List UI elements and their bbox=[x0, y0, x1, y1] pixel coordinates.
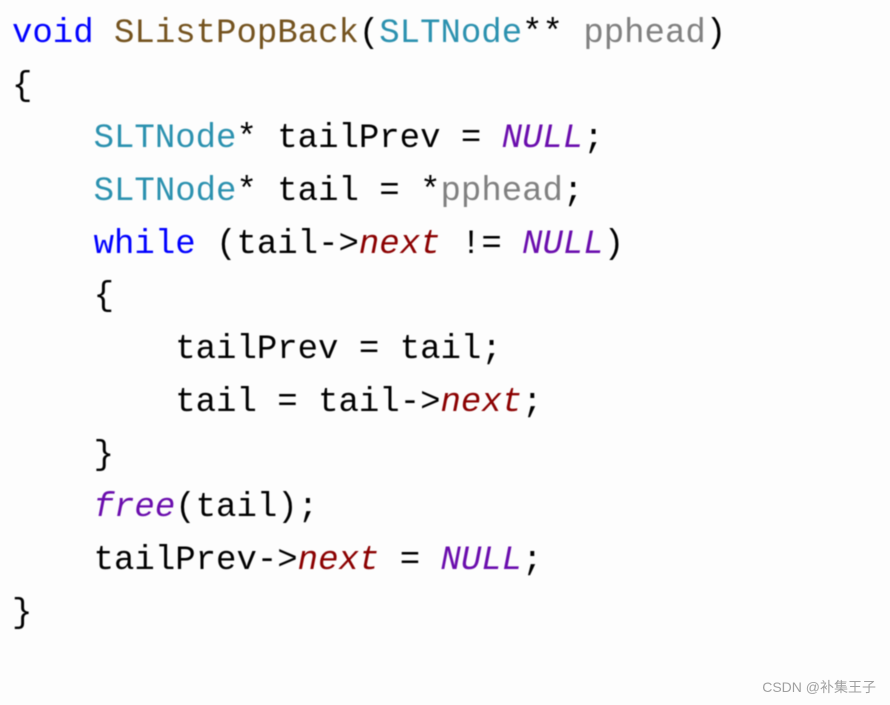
function-name: SListPopBack bbox=[114, 15, 359, 53]
var-tailprev: tailPrev bbox=[277, 120, 440, 158]
keyword-while: while bbox=[94, 226, 196, 264]
var-tail: tail bbox=[400, 331, 482, 369]
brace-close: } bbox=[94, 437, 114, 475]
code-block: void SListPopBack(SLTNode** pphead) { SL… bbox=[12, 8, 878, 640]
var-tail: tail bbox=[236, 226, 318, 264]
type-sltnode: SLTNode bbox=[94, 120, 237, 158]
param-pphead: pphead bbox=[583, 15, 705, 53]
func-free: free bbox=[94, 489, 176, 527]
member-next: next bbox=[359, 226, 441, 264]
null-literal: NULL bbox=[522, 226, 604, 264]
member-next: next bbox=[298, 542, 380, 580]
brace-close: } bbox=[12, 595, 32, 633]
var-tailprev: tailPrev bbox=[94, 542, 257, 580]
var-tail: tail bbox=[175, 384, 257, 422]
var-tail: tail bbox=[318, 384, 400, 422]
keyword-void: void bbox=[12, 15, 94, 53]
brace-open: { bbox=[12, 68, 32, 106]
var-tail: tail bbox=[196, 489, 278, 527]
var-tail: tail bbox=[277, 173, 359, 211]
null-literal: NULL bbox=[441, 542, 523, 580]
member-next: next bbox=[441, 384, 523, 422]
type-sltnode: SLTNode bbox=[94, 173, 237, 211]
var-tailprev: tailPrev bbox=[175, 331, 338, 369]
param-pphead: pphead bbox=[441, 173, 563, 211]
null-literal: NULL bbox=[502, 120, 584, 158]
watermark-text: CSDN @补集王子 bbox=[762, 677, 876, 699]
brace-open: { bbox=[94, 278, 114, 316]
type-sltnode: SLTNode bbox=[379, 15, 522, 53]
